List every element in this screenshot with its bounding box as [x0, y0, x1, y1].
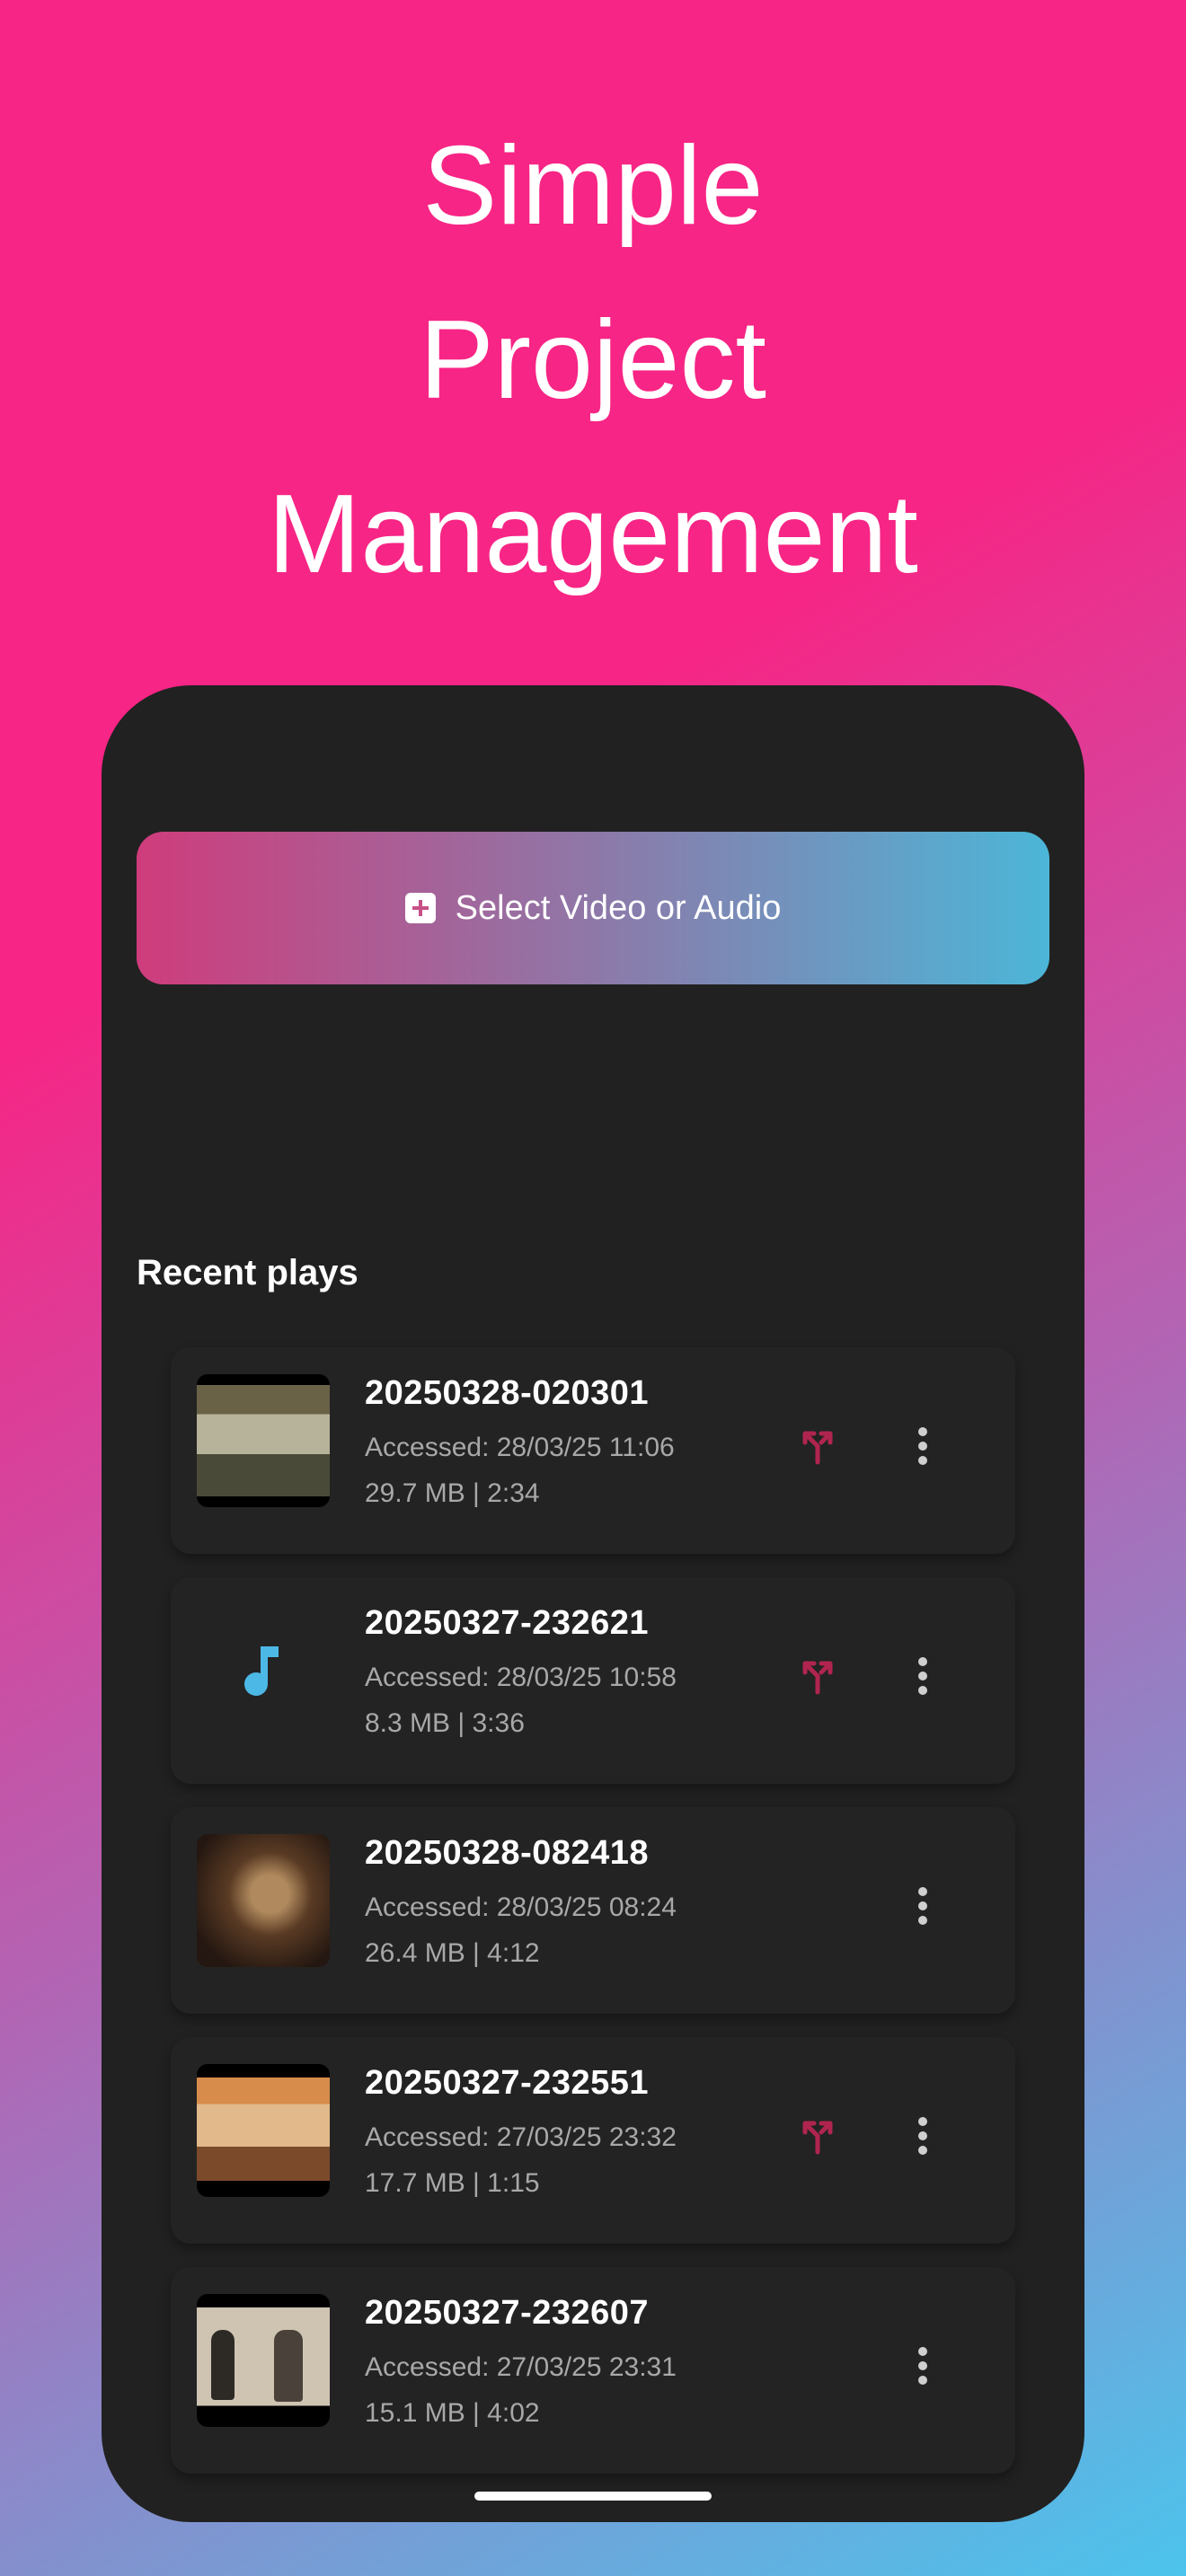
more-options-icon[interactable] — [905, 2334, 941, 2397]
select-video-or-audio-button[interactable]: Select Video or Audio — [137, 832, 1049, 984]
item-accessed: Accessed: 28/03/25 08:24 — [365, 1892, 677, 1922]
item-title: 20250327-232551 — [365, 2064, 650, 2102]
item-title: 20250327-232621 — [365, 1604, 650, 1642]
item-title: 20250328-020301 — [365, 1374, 650, 1412]
headline-line-2: Project — [420, 298, 766, 422]
item-info: 15.1 MB | 4:02 — [365, 2398, 540, 2428]
split-icon[interactable] — [791, 1419, 845, 1473]
item-accessed: Accessed: 27/03/25 23:32 — [365, 2122, 677, 2152]
home-indicator[interactable] — [474, 2492, 712, 2501]
recent-plays-title: Recent plays — [137, 1253, 358, 1292]
item-info: 26.4 MB | 4:12 — [365, 1938, 540, 1968]
video-thumbnail — [197, 2064, 330, 2197]
item-info: 8.3 MB | 3:36 — [365, 1708, 525, 1738]
recent-plays-list: 20250328-020301 Accessed: 28/03/25 11:06… — [171, 1347, 1015, 2497]
more-options-icon[interactable] — [905, 1415, 941, 1478]
list-item[interactable]: 20250328-020301 Accessed: 28/03/25 11:06… — [171, 1347, 1015, 1554]
item-accessed: Accessed: 27/03/25 23:31 — [365, 2352, 677, 2382]
item-info: 29.7 MB | 2:34 — [365, 1478, 540, 1508]
list-item[interactable]: 20250327-232607 Accessed: 27/03/25 23:31… — [171, 2267, 1015, 2474]
split-icon[interactable] — [791, 2109, 845, 2163]
headline-line-3: Management — [268, 472, 918, 596]
item-info: 17.7 MB | 1:15 — [365, 2168, 540, 2198]
item-title: 20250327-232607 — [365, 2294, 650, 2332]
list-item[interactable]: 20250327-232551 Accessed: 27/03/25 23:32… — [171, 2037, 1015, 2244]
list-item[interactable]: 20250327-232621 Accessed: 28/03/25 10:58… — [171, 1577, 1015, 1784]
item-title: 20250328-082418 — [365, 1834, 650, 1872]
list-item[interactable]: 20250328-082418 Accessed: 28/03/25 08:24… — [171, 1807, 1015, 2014]
video-thumbnail — [197, 2294, 330, 2427]
more-options-icon[interactable] — [905, 1645, 941, 1707]
item-accessed: Accessed: 28/03/25 10:58 — [365, 1663, 677, 1692]
item-accessed: Accessed: 28/03/25 11:06 — [365, 1433, 675, 1462]
video-thumbnail — [197, 1834, 330, 1967]
plus-square-icon — [404, 893, 436, 923]
split-icon[interactable] — [791, 1649, 845, 1703]
video-thumbnail — [197, 1374, 330, 1507]
music-note-icon — [197, 1604, 330, 1737]
headline: Simple Project Management — [0, 99, 1186, 622]
phone-screen: Select Video or Audio Recent plays 20250… — [102, 685, 1084, 2522]
more-options-icon[interactable] — [905, 1875, 941, 1937]
headline-line-1: Simple — [422, 124, 764, 248]
select-button-label: Select Video or Audio — [455, 888, 782, 927]
more-options-icon[interactable] — [905, 2104, 941, 2167]
